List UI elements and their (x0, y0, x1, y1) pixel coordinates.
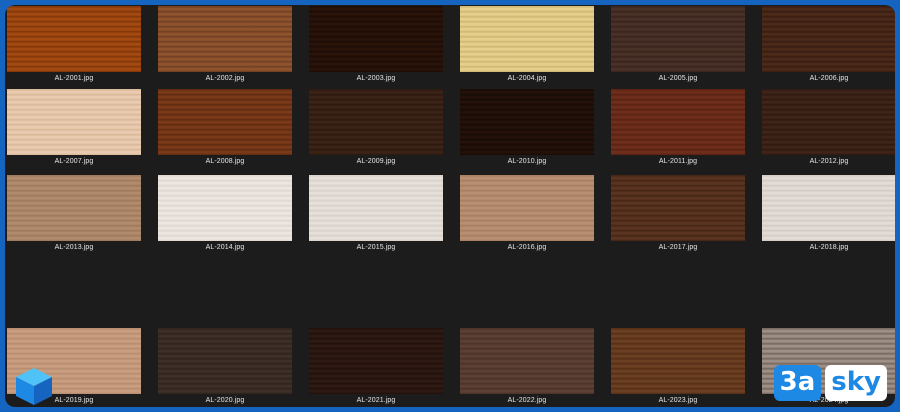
texture-thumbnail[interactable] (762, 89, 895, 155)
file-tile[interactable]: AL-2017.jpg (611, 175, 751, 261)
texture-thumbnail[interactable] (460, 89, 594, 155)
texture-thumbnail[interactable] (309, 89, 443, 155)
file-tile[interactable]: AL-2011.jpg (611, 89, 751, 175)
file-tile[interactable]: AL-2001.jpg (7, 6, 147, 92)
file-name-label: AL-2020.jpg (205, 397, 245, 404)
file-name-label: AL-2002.jpg (205, 75, 245, 82)
file-tile[interactable]: AL-2010.jpg (460, 89, 600, 175)
file-name-label: AL-2012.jpg (809, 158, 849, 165)
texture-thumbnail[interactable] (309, 328, 443, 394)
file-browser-window: AL-2001.jpg AL-2002.jpg AL-2003.jpg AL-2004… (5, 5, 895, 407)
file-name-label: AL-2021.jpg (356, 397, 396, 404)
file-name-label: AL-2006.jpg (809, 75, 849, 82)
file-tile[interactable]: AL-2018.jpg (762, 175, 895, 261)
file-name-label: AL-2009.jpg (356, 158, 396, 165)
texture-thumbnail[interactable] (309, 6, 443, 72)
file-tile[interactable]: AL-2015.jpg (309, 175, 449, 261)
file-name-label: AL-2023.jpg (658, 397, 698, 404)
file-tile[interactable]: AL-2004.jpg (460, 6, 600, 92)
file-tile[interactable]: AL-2005.jpg (611, 6, 751, 92)
file-tile[interactable]: AL-2021.jpg (309, 328, 449, 407)
texture-thumbnail[interactable] (7, 6, 141, 72)
brand-part-b: sky (825, 365, 887, 401)
file-name-label: AL-2004.jpg (507, 75, 547, 82)
file-name-label: AL-2005.jpg (658, 75, 698, 82)
texture-thumbnail[interactable] (7, 175, 141, 241)
texture-thumbnail[interactable] (611, 328, 745, 394)
file-name-label: AL-2013.jpg (54, 244, 94, 251)
file-tile[interactable]: AL-2008.jpg (158, 89, 298, 175)
file-tile[interactable]: AL-2014.jpg (158, 175, 298, 261)
file-tile[interactable]: AL-2012.jpg (762, 89, 895, 175)
file-name-label: AL-2008.jpg (205, 158, 245, 165)
texture-thumbnail[interactable] (309, 175, 443, 241)
file-name-label: AL-2014.jpg (205, 244, 245, 251)
texture-thumbnail[interactable] (460, 175, 594, 241)
file-name-label: AL-2003.jpg (356, 75, 396, 82)
file-name-label: AL-2001.jpg (54, 75, 94, 82)
texture-thumbnail[interactable] (611, 89, 745, 155)
texture-thumbnail[interactable] (158, 6, 292, 72)
file-tile[interactable]: AL-2020.jpg (158, 328, 298, 407)
texture-thumbnail[interactable] (611, 6, 745, 72)
texture-thumbnail[interactable] (611, 175, 745, 241)
file-tile[interactable]: AL-2022.jpg (460, 328, 600, 407)
file-name-label: AL-2015.jpg (356, 244, 396, 251)
cube-icon (16, 368, 52, 405)
texture-thumbnail[interactable] (460, 6, 594, 72)
file-name-label: AL-2017.jpg (658, 244, 698, 251)
file-tile[interactable]: AL-2013.jpg (7, 175, 147, 261)
file-name-label: AL-2010.jpg (507, 158, 547, 165)
texture-thumbnail[interactable] (158, 328, 292, 394)
file-name-label: AL-2011.jpg (658, 158, 698, 165)
brand-logo: 3a sky (773, 365, 887, 401)
file-name-label: AL-2018.jpg (809, 244, 849, 251)
file-name-label: AL-2016.jpg (507, 244, 547, 251)
file-tile[interactable]: AL-2023.jpg (611, 328, 751, 407)
texture-thumbnail[interactable] (460, 328, 594, 394)
texture-thumbnail[interactable] (762, 175, 895, 241)
brand-part-a: 3a (773, 365, 822, 401)
file-name-label: AL-2022.jpg (507, 397, 547, 404)
thumbnail-grid: AL-2001.jpg AL-2002.jpg AL-2003.jpg AL-2004… (5, 5, 895, 407)
file-tile[interactable]: AL-2007.jpg (7, 89, 147, 175)
texture-thumbnail[interactable] (7, 89, 141, 155)
file-name-label: AL-2007.jpg (54, 158, 94, 165)
file-tile[interactable]: AL-2016.jpg (460, 175, 600, 261)
file-tile[interactable]: AL-2006.jpg (762, 6, 895, 92)
texture-thumbnail[interactable] (158, 89, 292, 155)
file-tile[interactable]: AL-2002.jpg (158, 6, 298, 92)
texture-thumbnail[interactable] (158, 175, 292, 241)
file-tile[interactable]: AL-2003.jpg (309, 6, 449, 92)
texture-thumbnail[interactable] (762, 6, 895, 72)
file-tile[interactable]: AL-2009.jpg (309, 89, 449, 175)
